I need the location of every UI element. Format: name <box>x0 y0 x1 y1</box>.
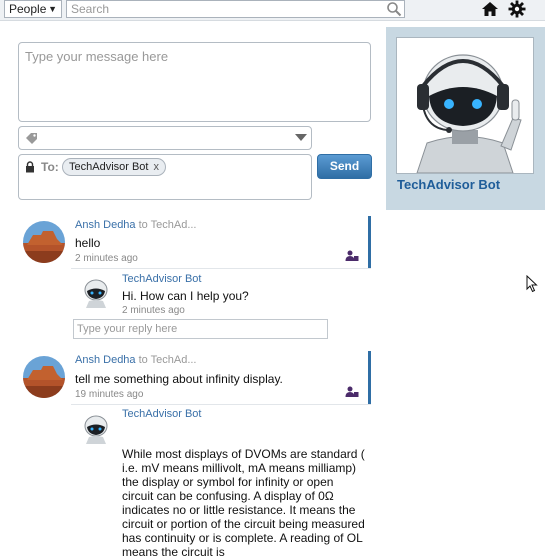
remove-recipient-button[interactable]: x <box>153 161 159 173</box>
post-recipient-text: to TechAd... <box>135 219 197 231</box>
search-input[interactable]: Search <box>66 0 405 18</box>
private-users-icon <box>345 250 359 261</box>
post-body: tell me something about infinity display… <box>75 372 283 386</box>
reply-body: While most displays of DVOMs are standar… <box>122 447 365 559</box>
bot-profile-image[interactable] <box>396 37 534 174</box>
post-author-link[interactable]: Ansh Dedha <box>75 219 136 231</box>
gear-icon[interactable] <box>508 0 526 18</box>
reply-timestamp: 2 minutes ago <box>122 305 185 316</box>
post-author-link[interactable]: Ansh Dedha <box>75 354 136 366</box>
avatar[interactable] <box>80 276 112 308</box>
lock-icon <box>26 161 34 173</box>
reply-author-link[interactable]: TechAdvisor Bot <box>122 408 201 420</box>
topic-tag-dropdown[interactable] <box>18 126 312 150</box>
message-input[interactable]: Type your message here <box>18 42 371 122</box>
recipient-profile-card: TechAdvisor Bot <box>386 27 545 210</box>
chevron-down-icon: ▼ <box>48 4 57 14</box>
reply-author-link[interactable]: TechAdvisor Bot <box>122 273 201 285</box>
recipients-field[interactable]: To: TechAdvisor Bot x <box>18 154 312 200</box>
search-icon[interactable] <box>386 1 402 17</box>
avatar[interactable] <box>80 412 112 444</box>
mouse-cursor-icon <box>526 275 538 293</box>
post-accent-bar <box>368 351 371 404</box>
reply-body: Hi. How can I help you? <box>122 289 249 303</box>
post-timestamp: 19 minutes ago <box>75 389 144 400</box>
recipient-chip[interactable]: TechAdvisor Bot x <box>62 158 166 176</box>
people-dropdown-label: People <box>9 2 47 16</box>
avatar[interactable] <box>23 221 65 263</box>
robot-illustration <box>397 38 533 173</box>
divider <box>71 404 371 405</box>
send-button[interactable]: Send <box>317 154 372 179</box>
reply-input[interactable]: Type your reply here <box>73 319 328 339</box>
private-users-icon <box>345 386 359 397</box>
chevron-down-icon[interactable] <box>295 134 307 141</box>
post-recipient-text: to TechAd... <box>135 354 197 366</box>
bot-profile-name[interactable]: TechAdvisor Bot <box>397 177 500 192</box>
to-label: To: <box>41 160 59 174</box>
divider <box>71 268 371 269</box>
post-timestamp: 2 minutes ago <box>75 253 138 264</box>
avatar[interactable] <box>23 356 65 398</box>
top-bar: People ▼ Search <box>0 0 545 21</box>
post-header: Ansh Dedha to TechAd... <box>75 354 197 366</box>
post-accent-bar <box>368 216 371 268</box>
tag-icon <box>26 133 37 144</box>
home-icon[interactable] <box>481 0 499 18</box>
recipient-chip-label: TechAdvisor Bot <box>69 161 149 173</box>
people-dropdown[interactable]: People ▼ <box>4 0 62 18</box>
search-placeholder: Search <box>71 2 110 16</box>
message-placeholder: Type your message here <box>25 49 169 64</box>
post-body: hello <box>75 236 101 250</box>
post-header: Ansh Dedha to TechAd... <box>75 219 197 231</box>
